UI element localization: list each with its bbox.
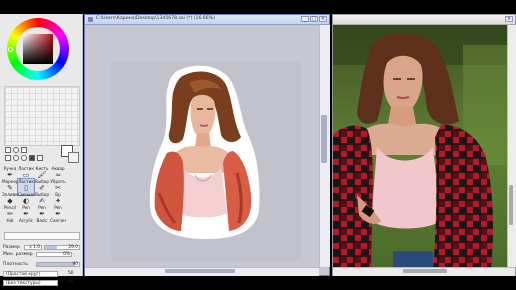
canvas-title: C:\Users\Карина\Desktop\1345678.sai (*) … bbox=[96, 16, 215, 21]
marker-icon: ✎ bbox=[7, 184, 13, 192]
reference-vertical-scrollbar[interactable] bbox=[507, 25, 516, 267]
reference-titlebar[interactable]: × bbox=[333, 15, 515, 25]
select-icon: ✍ bbox=[39, 197, 45, 205]
size-row: Размер x 1.0 29.0 bbox=[2, 245, 80, 251]
pencil-icon: ✏ bbox=[7, 210, 13, 218]
brush-params: Размер x 1.0 29.0 Мин. размер 0% Плотнос… bbox=[0, 228, 82, 290]
canvas-titlebar[interactable]: C:\Users\Карина\Desktop\1345678.sai (*) … bbox=[85, 15, 329, 25]
pen-icon: ✒ bbox=[7, 171, 13, 179]
eyedropper-icon[interactable] bbox=[37, 155, 43, 161]
density-label: Плотность bbox=[3, 262, 29, 267]
blend-icon: ◐ bbox=[22, 197, 30, 205]
size-slider-fill bbox=[45, 246, 58, 249]
density-row: Плотность 90 bbox=[2, 262, 80, 268]
reference-window: × bbox=[332, 14, 516, 276]
reference-photo bbox=[333, 25, 515, 269]
size-slider[interactable]: 29.0 bbox=[44, 245, 80, 250]
reference-photo-image bbox=[333, 25, 515, 269]
select-pen-icon: ✐ bbox=[39, 184, 45, 192]
reference-close-button[interactable]: × bbox=[505, 16, 513, 22]
reference-vertical-scroll-thumb[interactable] bbox=[509, 185, 513, 225]
canvas-vertical-scroll-thumb[interactable] bbox=[321, 115, 327, 163]
shape-select[interactable]: (Простой круг) bbox=[3, 271, 58, 277]
hue-marker[interactable] bbox=[8, 47, 13, 52]
pen-icon: ✒ bbox=[23, 210, 29, 218]
eraser-icon: ▭ bbox=[22, 171, 30, 179]
size-presets[interactable] bbox=[4, 232, 80, 240]
shape-value: 50 bbox=[68, 271, 74, 276]
saturation-value-square[interactable] bbox=[23, 34, 53, 64]
rect-select-icon[interactable] bbox=[5, 147, 11, 153]
canvas-horizontal-scroll-thumb[interactable] bbox=[165, 269, 235, 273]
min-size-row: Мин. размер 0% bbox=[2, 252, 80, 258]
selection-tools bbox=[5, 147, 59, 163]
brush-grid: Ручка ✒ Ластик ▭ Кисть 🖌 Аквар ≈ Маркер ✎ Лас… bbox=[2, 166, 80, 230]
sparkle-icon: ✦ bbox=[55, 197, 61, 205]
rotate-icon[interactable] bbox=[21, 155, 27, 161]
deselect-icon: ✂ bbox=[55, 184, 61, 192]
lasso-icon[interactable] bbox=[13, 147, 19, 153]
bucket-icon: ◆ bbox=[7, 197, 13, 205]
minimize-button[interactable]: _ bbox=[301, 16, 309, 22]
close-button[interactable]: × bbox=[319, 16, 327, 22]
texture-value: 95 bbox=[68, 280, 74, 285]
density-slider-fill bbox=[37, 263, 75, 266]
pen-icon: ✒ bbox=[55, 210, 61, 218]
zoom-icon[interactable] bbox=[13, 155, 19, 161]
painting-illustration bbox=[149, 65, 260, 239]
pen-icon: ✒ bbox=[39, 210, 45, 218]
eraser-icon: ▯ bbox=[24, 184, 28, 192]
maximize-button[interactable]: □ bbox=[310, 16, 318, 22]
min-size-label: Мин. размер bbox=[3, 252, 33, 257]
color-swatch-grid[interactable] bbox=[4, 86, 80, 146]
tool-panel: Ручка ✒ Ластик ▭ Кисть 🖌 Аквар ≈ Маркер ✎ Лас… bbox=[0, 14, 83, 286]
brush-icon: 🖌 bbox=[37, 171, 47, 179]
min-size-slider[interactable]: 0% bbox=[36, 252, 72, 257]
magic-wand-icon[interactable] bbox=[21, 147, 27, 153]
reference-horizontal-scroll-thumb[interactable] bbox=[403, 269, 447, 273]
texture-select[interactable]: (Без текстуры) bbox=[3, 280, 58, 286]
density-slider[interactable]: 90 bbox=[36, 262, 80, 267]
watercolor-icon: ≈ bbox=[55, 171, 61, 179]
size-label: Размер bbox=[3, 245, 20, 250]
size-multiplier-select[interactable]: x 1.0 bbox=[24, 245, 42, 250]
app-window-icon bbox=[88, 17, 93, 22]
sub-color-swatch[interactable] bbox=[68, 152, 79, 163]
hand-icon[interactable] bbox=[29, 155, 35, 161]
canvas-window: C:\Users\Карина\Desktop\1345678.sai (*) … bbox=[84, 14, 330, 276]
move-icon[interactable] bbox=[5, 155, 11, 161]
